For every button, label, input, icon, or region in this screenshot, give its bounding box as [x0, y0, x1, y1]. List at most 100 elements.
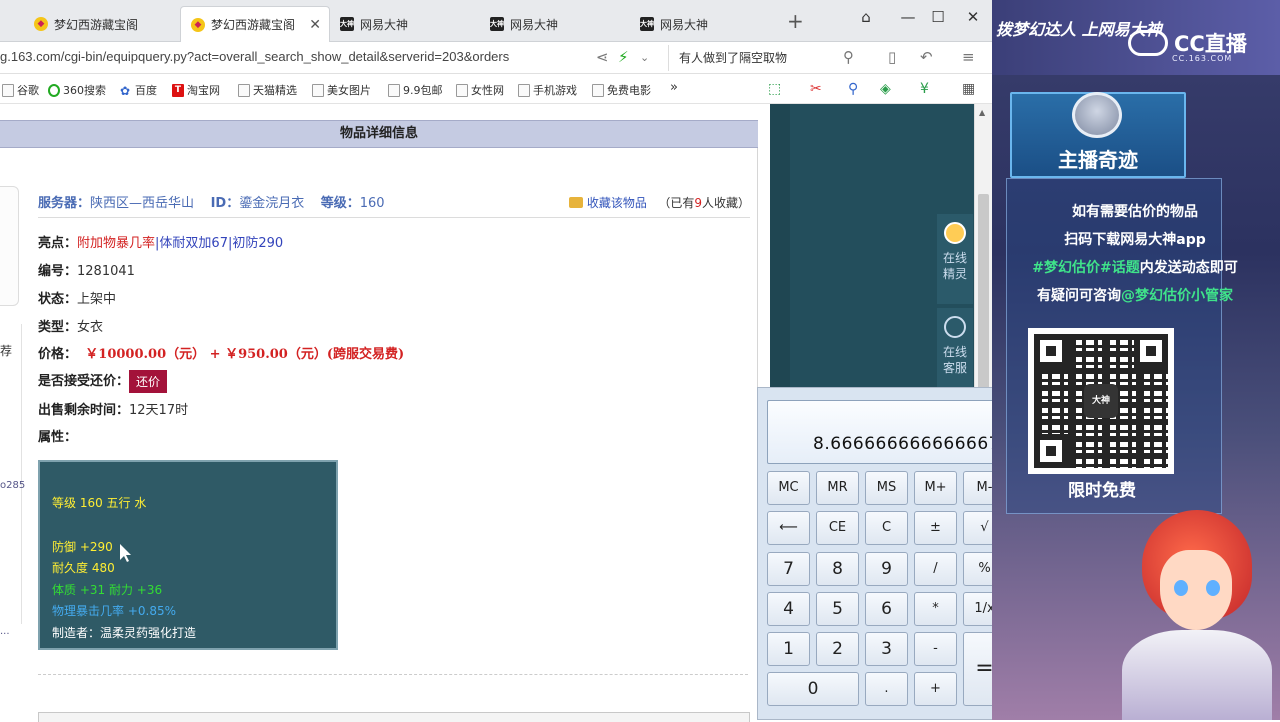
tab-title: 网易大神 [360, 17, 409, 32]
chevron-down-icon[interactable]: ⌄ [640, 51, 649, 64]
search-input[interactable]: 有人做到了隔空取物 [668, 45, 868, 71]
maximize-icon[interactable]: ☐ [928, 8, 948, 26]
key-mr[interactable]: MR [816, 471, 859, 505]
key-0[interactable]: 0 [767, 672, 859, 706]
price-label: 价格： [38, 347, 78, 362]
key-add[interactable]: + [914, 672, 957, 706]
menu-icon[interactable]: ≡ [962, 48, 975, 66]
counter-offer-button[interactable]: 还价 [129, 370, 168, 393]
share-icon[interactable]: ⋖ [596, 48, 609, 66]
strip-text: 荐 [0, 344, 13, 358]
key-5[interactable]: 5 [816, 592, 859, 626]
bookmark-99[interactable]: 9.9包邮 [388, 82, 443, 98]
promo-line-1: 如有需要估价的物品 [1072, 204, 1198, 220]
tab-cbg-2[interactable]: ◆ 梦幻西游藏宝阁 ✕ [180, 6, 330, 42]
wallet-icon[interactable]: ¥ [920, 81, 929, 97]
paw-icon: ✿ [120, 83, 131, 98]
tab-dashen-2[interactable]: 大神 网易大神 [480, 6, 630, 42]
key-subtract[interactable]: - [914, 632, 957, 666]
key-2[interactable]: 2 [816, 632, 859, 666]
close-window-icon[interactable]: ✕ [963, 8, 983, 26]
magnifier-icon[interactable]: ⚲ [848, 81, 858, 97]
highlight-row: 亮点：附加物暴几率|体耐双加67|初防290 [38, 232, 283, 251]
tab-bar: ◆ 梦幻西游藏宝阁 ◆ 梦幻西游藏宝阁 ✕ 大神 网易大神 大神 网易大神 大神… [0, 0, 992, 42]
key-mc[interactable]: MC [767, 471, 810, 505]
status-label: 状态： [38, 292, 78, 307]
bookmark-beauty[interactable]: 美女图片 [312, 82, 371, 98]
bookmark-mobile-games[interactable]: 手机游戏 [518, 82, 577, 98]
elf-line2: 精灵 [942, 267, 967, 281]
key-7[interactable]: 7 [767, 552, 810, 586]
page-icon [518, 83, 530, 97]
attr-defense: 防御 +290 [52, 540, 113, 554]
key-ms[interactable]: MS [865, 471, 908, 505]
key-divide[interactable]: / [914, 552, 957, 586]
close-tab-icon[interactable]: ✕ [309, 17, 321, 33]
key-9[interactable]: 9 [865, 552, 908, 586]
bookmark-more[interactable]: » [670, 80, 678, 95]
bookmark-tmall[interactable]: 天猫精选 [238, 82, 297, 98]
key-c[interactable]: C [865, 511, 908, 545]
extension-icon[interactable]: ⬚ [768, 81, 781, 97]
strip-text[interactable]: ... [0, 626, 10, 637]
strip-text[interactable]: o285 [0, 480, 25, 491]
bookmark-women[interactable]: 女性网 [456, 82, 504, 98]
attr-maker: 制造者：温柔灵药强化打造 [52, 626, 197, 640]
key-1[interactable]: 1 [767, 632, 810, 666]
server-info-row: 服务器：陕西区—西岳华山 ID：鎏金浣月衣 等级：160 收藏该物品 （已有9人… [38, 192, 750, 218]
page-icon [592, 83, 604, 97]
tab-dashen-1[interactable]: 大神 网易大神 [330, 6, 480, 42]
bookmark-movies[interactable]: 免费电影 [592, 82, 651, 98]
bookmark-360[interactable]: 360搜索 [48, 82, 106, 98]
reader-icon[interactable]: ▯ [888, 48, 896, 66]
key-backspace[interactable]: ⟵ [767, 511, 810, 545]
minimize-icon[interactable]: — [898, 8, 918, 26]
key-mplus[interactable]: M+ [914, 471, 957, 505]
bookmark-taobao[interactable]: T 淘宝网 [172, 82, 220, 98]
tab-cbg-1[interactable]: ◆ 梦幻西游藏宝阁 [24, 6, 174, 42]
apps-icon[interactable]: ▦ [962, 81, 975, 97]
skin-icon[interactable]: ⌂ [856, 8, 876, 26]
key-ce[interactable]: CE [816, 511, 859, 545]
undo-icon[interactable]: ↶ [920, 48, 933, 66]
item-thumbnail[interactable] [0, 186, 19, 306]
tab-dashen-3[interactable]: 大神 网易大神 [630, 6, 780, 42]
online-service-button[interactable]: 在线 客服 [937, 308, 973, 388]
left-sidebar-fragment: 荐 o285 ... [0, 324, 25, 637]
qr-code: 大神 [1028, 328, 1174, 474]
status-row: 状态：上架中 [38, 288, 116, 307]
promo-line-2: 扫码下载网易大神app [1064, 232, 1206, 248]
serial-label: 编号： [38, 264, 78, 279]
page-icon [388, 83, 400, 97]
tab-title: 网易大神 [510, 17, 559, 32]
server-value: 陕西区—西岳华山 [90, 196, 195, 211]
calculator-display: 8.666666666666667 [767, 400, 1007, 464]
bookmark-baidu[interactable]: ✿ 百度 [120, 82, 157, 98]
search-icon[interactable]: ⚲ [843, 48, 854, 66]
key-multiply[interactable]: * [914, 592, 957, 626]
new-tab-button[interactable]: + [787, 9, 804, 33]
key-3[interactable]: 3 [865, 632, 908, 666]
lightning-icon[interactable]: ⚡ [618, 48, 629, 66]
scroll-up-icon[interactable]: ▲ [979, 108, 985, 117]
duck-icon: ◆ [191, 17, 205, 32]
bookmarks-bar: 谷歌 360搜索 ✿ 百度 T 淘宝网 天猫精选 美女图片 9.9包邮 女性网 手机… [0, 74, 992, 104]
cs-line1: 在线 [942, 345, 967, 359]
key-6[interactable]: 6 [865, 592, 908, 626]
scissors-icon[interactable]: ✂ [810, 81, 822, 97]
bookmark-google[interactable]: 谷歌 [2, 82, 39, 98]
favorite-area: 收藏该物品 （已有9人收藏） [568, 194, 750, 211]
attr-durability: 耐久度 480 [52, 561, 115, 575]
gamepad-icon[interactable]: ◈ [880, 81, 891, 97]
cc-logo-sub: CC.163.COM [1172, 54, 1233, 63]
elf-avatar-icon [944, 222, 966, 244]
key-8[interactable]: 8 [816, 552, 859, 586]
type-value: 女衣 [77, 320, 104, 335]
url-field[interactable]: g.163.com/cgi-bin/equipquery.py?act=over… [0, 49, 590, 64]
key-4[interactable]: 4 [767, 592, 810, 626]
online-elf-button[interactable]: 在线 精灵 [937, 214, 973, 304]
status-value: 上架中 [77, 292, 117, 307]
key-plusminus[interactable]: ± [914, 511, 957, 545]
key-decimal[interactable]: . [865, 672, 908, 706]
favorite-link[interactable]: 收藏该物品 [587, 196, 647, 210]
